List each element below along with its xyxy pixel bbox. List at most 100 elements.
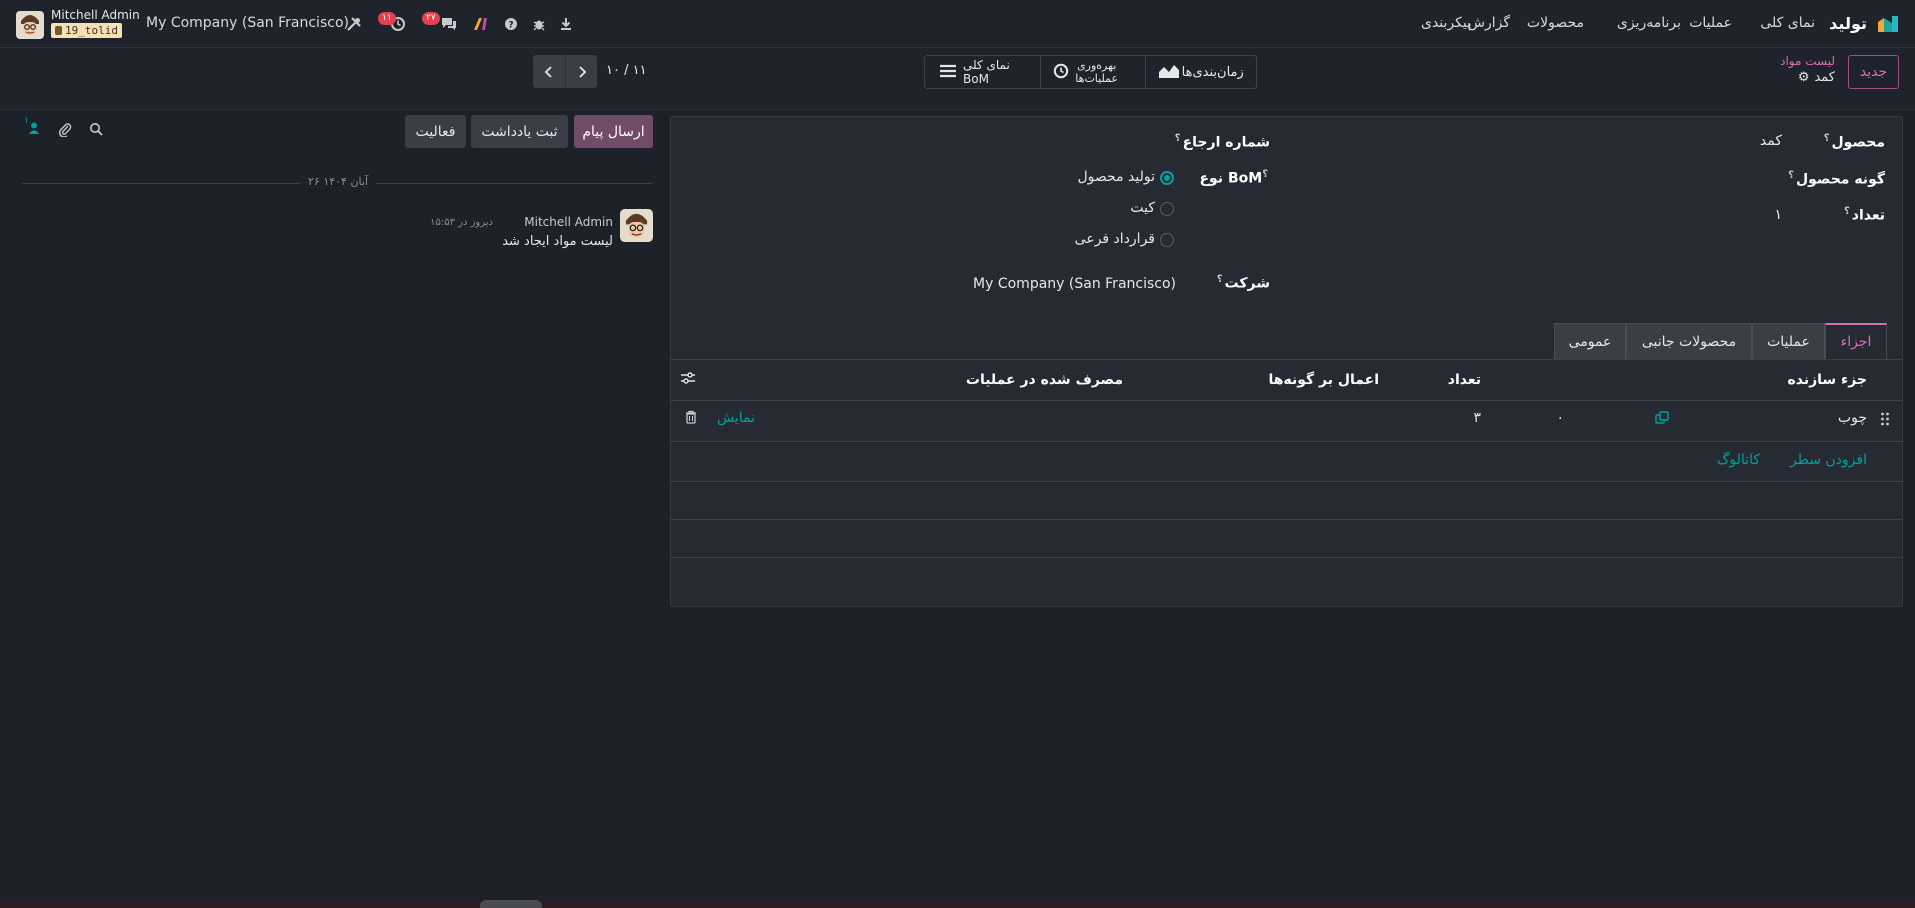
- catalog-link[interactable]: کاتالوگ: [1717, 452, 1760, 468]
- avatar[interactable]: [16, 11, 44, 39]
- help-mark[interactable]: ؟: [1175, 133, 1181, 144]
- table-row-border: [670, 557, 1903, 558]
- reference-field[interactable]: [690, 128, 1170, 152]
- bom-type-subcontracting-label[interactable]: قرارداد فرعی: [1075, 231, 1155, 247]
- search-icon[interactable]: [89, 122, 103, 140]
- bottom-scroll-strip: [0, 899, 1915, 908]
- menu-operations[interactable]: عملیات: [1689, 15, 1732, 31]
- ai-icon[interactable]: [472, 15, 490, 33]
- table-row-border: [670, 481, 1903, 482]
- add-line-link[interactable]: افزودن سطر: [1790, 452, 1867, 468]
- bom-type-label: نوع BoM؟: [1199, 169, 1268, 187]
- activity-button[interactable]: فعالیت: [405, 115, 466, 148]
- drag-handle-icon[interactable]: [1880, 411, 1890, 431]
- tab-miscellaneous[interactable]: عمومی: [1554, 323, 1626, 359]
- company-field[interactable]: My Company (San Francisco): [973, 276, 1176, 292]
- bom-overview-button[interactable]: نمای کلی BoM: [925, 56, 1040, 88]
- table-header-border: [670, 400, 1903, 401]
- pager-counter[interactable]: ۱۰ / ۱۱: [606, 63, 647, 78]
- bom-type-manufacture-label[interactable]: تولید محصول: [1078, 169, 1156, 185]
- schedules-label: زمان‌بندی‌ها: [1181, 64, 1244, 80]
- help-mark[interactable]: ؟: [1824, 133, 1830, 144]
- tab-byproducts[interactable]: محصولات جانبی: [1626, 323, 1752, 359]
- unit-quantity-cell[interactable]: ۰: [1556, 410, 1564, 426]
- paperclip-icon[interactable]: [58, 121, 72, 141]
- column-header-apply-variants[interactable]: اعمال بر گونه‌ها: [1269, 372, 1380, 388]
- show-link[interactable]: نمایش: [717, 410, 755, 426]
- gear-icon[interactable]: ⚙: [1798, 70, 1810, 85]
- pager-next-button[interactable]: [565, 55, 597, 88]
- bom-overview-label: نمای کلی BoM: [963, 58, 1010, 86]
- efficiency-label-line1: بهره‌وری: [1077, 59, 1117, 72]
- component-cell[interactable]: چوب: [1838, 410, 1867, 426]
- optional-columns-toggle-icon[interactable]: [680, 371, 696, 389]
- download-icon[interactable]: [557, 15, 575, 33]
- bom-type-kit-radio[interactable]: [1160, 202, 1174, 216]
- menu-overview[interactable]: نمای کلی: [1760, 15, 1815, 31]
- reference-label: شماره ارجاع؟: [1174, 133, 1270, 151]
- operations-efficiency-button[interactable]: بهره‌وری عملیات‌ها: [1040, 56, 1144, 88]
- variant-copy-icon[interactable]: [1655, 411, 1669, 429]
- activity-count-badge: ۱۱: [378, 12, 396, 25]
- clock-icon: [1053, 63, 1069, 82]
- menu-products[interactable]: محصولات: [1527, 15, 1584, 31]
- message-count-badge: ۲۷: [422, 12, 440, 25]
- table-row-border: [670, 441, 1903, 442]
- tab-components[interactable]: اجزاء: [1825, 323, 1887, 359]
- menu-reporting[interactable]: گزارش: [1468, 15, 1510, 31]
- bom-type-subcontracting-radio[interactable]: [1160, 233, 1174, 247]
- db-name: 19_tolid: [65, 24, 118, 37]
- trash-icon[interactable]: [685, 410, 697, 428]
- followers-count: ۱: [24, 116, 29, 126]
- product-variant-field[interactable]: [1240, 166, 1790, 190]
- breadcrumb: لیست مواد ⚙ کمد: [1780, 54, 1835, 85]
- help-mark[interactable]: ؟: [1844, 206, 1850, 217]
- schedules-button[interactable]: زمان‌بندی‌ها: [1144, 56, 1256, 88]
- message-body: لیست مواد ایجاد شد: [502, 234, 613, 249]
- help-mark[interactable]: ؟: [1262, 169, 1268, 180]
- table-top-border: [670, 359, 1903, 360]
- send-message-button[interactable]: ارسال پیام: [574, 115, 653, 148]
- record-name: کمد: [1814, 70, 1835, 85]
- bom-type-kit-label[interactable]: کیت: [1130, 200, 1155, 216]
- column-header-consumed-in[interactable]: مصرف شده در عملیات: [966, 372, 1123, 388]
- pager-previous-button[interactable]: [533, 55, 565, 88]
- svg-text:?: ?: [508, 21, 513, 31]
- column-header-quantity[interactable]: تعداد: [1448, 372, 1481, 388]
- quantity-cell[interactable]: ۳: [1473, 410, 1481, 426]
- menu-configuration[interactable]: پیکربندی: [1421, 15, 1471, 31]
- followers-icon[interactable]: [28, 121, 40, 139]
- product-variant-label: گونه محصول؟: [1788, 170, 1885, 188]
- smart-buttons: نمای کلی BoM بهره‌وری عملیات‌ها زمان‌بند…: [924, 55, 1257, 89]
- help-mark[interactable]: ؟: [1217, 274, 1223, 285]
- help-icon[interactable]: ?: [502, 15, 520, 33]
- company-label: شرکت؟: [1216, 274, 1270, 292]
- company-switcher[interactable]: My Company (San Francisco): [146, 15, 349, 31]
- product-field[interactable]: کمد: [1760, 133, 1782, 149]
- bars-icon: [939, 64, 957, 81]
- user-name[interactable]: Mitchell Admin: [51, 8, 140, 22]
- message-avatar[interactable]: [620, 209, 653, 242]
- top-navbar: تولید نمای کلی عملیات برنامه‌ریزی محصولا…: [0, 0, 1915, 48]
- quantity-label: تعداد؟: [1843, 206, 1885, 224]
- new-button[interactable]: جدید: [1848, 55, 1899, 89]
- breadcrumb-parent[interactable]: لیست مواد: [1780, 54, 1835, 68]
- scroll-handle[interactable]: [480, 900, 542, 908]
- app-brand-label[interactable]: تولید: [1829, 14, 1867, 33]
- bom-type-manufacture-radio[interactable]: [1160, 171, 1174, 185]
- manufacturing-app-icon[interactable]: [1876, 14, 1900, 34]
- product-label: محصول؟: [1823, 133, 1885, 151]
- log-note-button[interactable]: ثبت یادداشت: [471, 115, 568, 148]
- date-separator: ۲۶ آبان ۱۴۰۴: [300, 175, 377, 188]
- message-author[interactable]: Mitchell Admin: [524, 215, 613, 229]
- chat-icon[interactable]: [440, 15, 458, 33]
- menu-planning[interactable]: برنامه‌ریزی: [1617, 15, 1681, 31]
- table-row-border: [670, 519, 1903, 520]
- db-badge: 19_tolid: [51, 23, 122, 38]
- bug-icon[interactable]: [530, 15, 548, 33]
- column-header-component[interactable]: جزء سازنده: [1787, 372, 1867, 388]
- efficiency-label-line2: عملیات‌ها: [1075, 72, 1119, 85]
- area-chart-icon: [1158, 63, 1180, 82]
- quantity-field[interactable]: ۱: [1774, 207, 1782, 223]
- tab-operations[interactable]: عملیات: [1752, 323, 1825, 359]
